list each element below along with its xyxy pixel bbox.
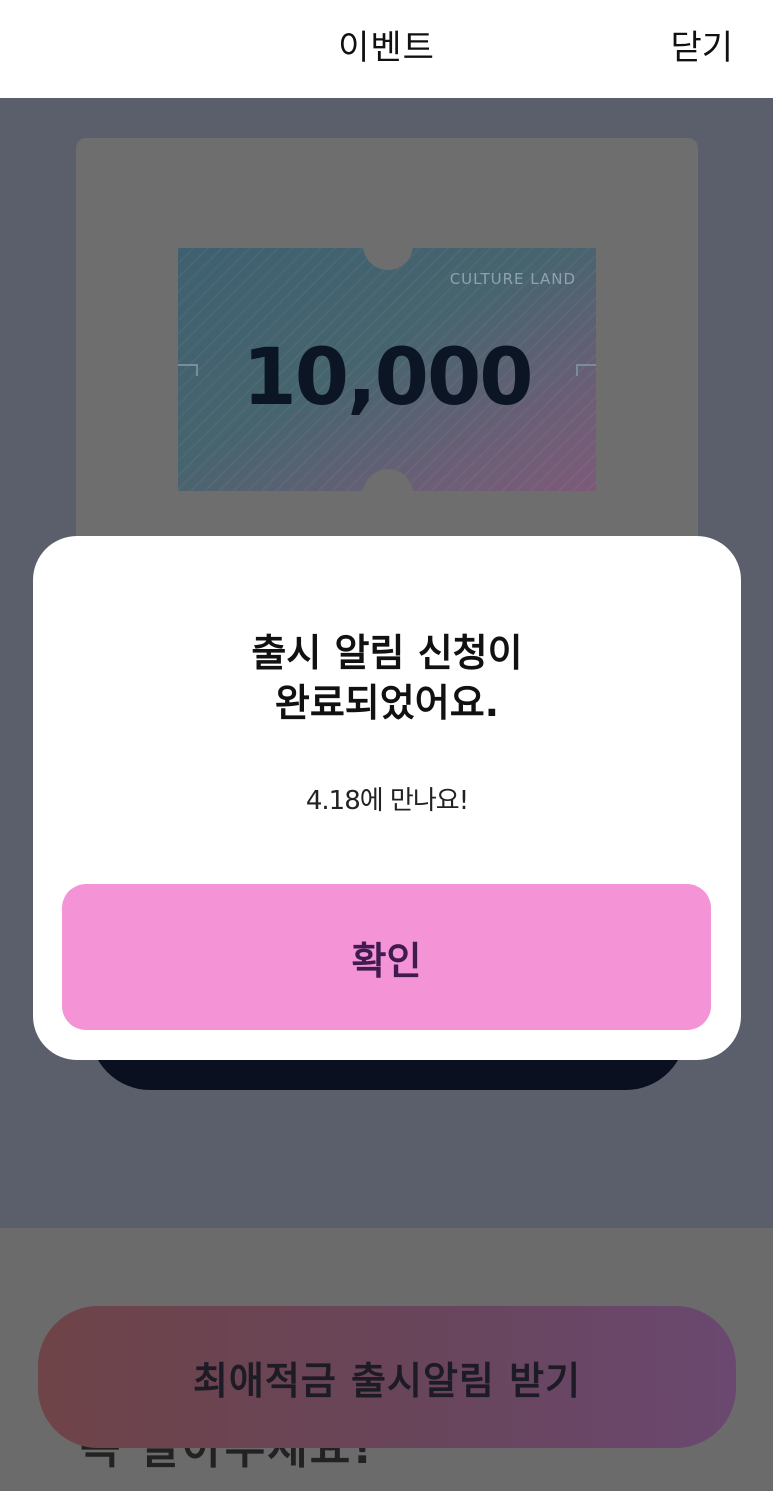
modal-title-line2: 완료되었어요.: [274, 681, 500, 725]
page-title: 이벤트: [338, 28, 435, 68]
voucher-brand: CULTURE LAND: [449, 270, 576, 288]
close-button[interactable]: 닫기: [670, 20, 733, 69]
voucher-notch-top: [363, 248, 413, 270]
voucher-notch-bottom: [363, 469, 413, 491]
top-bar: 이벤트 닫기: [0, 0, 773, 98]
release-alert-button[interactable]: 최애적금 출시알림 받기: [38, 1306, 736, 1448]
modal-title-line1: 출시 알림 신청이: [251, 631, 523, 675]
gift-voucher: CULTURE LAND 10,000: [178, 248, 596, 491]
confirm-label: 확인: [351, 938, 422, 983]
modal-subtitle: 4.18에 만나요!: [305, 786, 469, 816]
confirm-button[interactable]: 확인: [62, 884, 711, 1030]
confirmation-modal: 출시 알림 신청이 완료되었어요. 4.18에 만나요! 확인: [33, 536, 741, 1060]
voucher-amount: 10,000: [242, 333, 534, 423]
release-alert-label: 최애적금 출시알림 받기: [192, 1358, 582, 1403]
modal-title: 출시 알림 신청이 완료되었어요.: [33, 628, 741, 728]
